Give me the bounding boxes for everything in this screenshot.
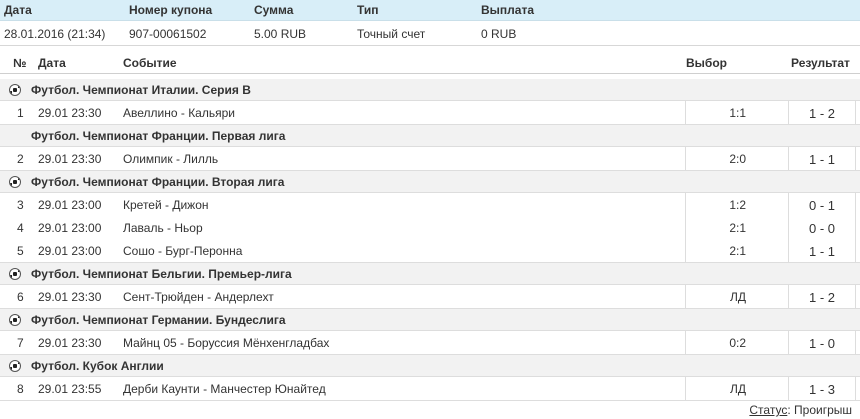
league-title: Футбол. Кубок Англии — [31, 359, 164, 373]
event-row: 6 29.01 23:30 Сент-Трюйден - Андерлехт Л… — [0, 285, 860, 309]
event-date: 29.01 23:30 — [38, 336, 102, 350]
event-row: 1 29.01 23:30 Авеллино - Кальяри 1:1 1 -… — [0, 101, 860, 125]
column-divider — [855, 216, 856, 240]
event-date: 29.01 23:30 — [38, 106, 102, 120]
event-row: 4 29.01 23:00 Лаваль - Ньор 2:1 0 - 0 — [0, 216, 860, 240]
events-table-header: № Дата Событие Выбор Результат — [0, 52, 860, 74]
league-group-header: Футбол. Чемпионат Бельгии. Премьер-лига — [0, 263, 860, 285]
event-number: 5 — [17, 244, 24, 258]
event-result: 1 - 1 — [808, 244, 835, 259]
league-group-header: Футбол. Чемпионат Германии. Бундеслига — [0, 309, 860, 331]
col-date-header: Дата — [38, 56, 66, 70]
coupon-type: Точный счет — [357, 27, 426, 41]
column-divider — [855, 101, 856, 125]
coupon-values-row: 28.01.2016 (21:34) 907-00061502 5.00 RUB… — [0, 22, 860, 46]
event-name: Сошо - Бург-Перонна — [123, 244, 243, 258]
event-pick: 2:0 — [729, 152, 746, 166]
col-pick-header: Выбор — [686, 56, 727, 70]
coupon-type-header: Тип — [357, 3, 379, 17]
league-group-header: Футбол. Чемпионат Франции. Вторая лига — [0, 171, 860, 193]
event-number: 1 — [17, 106, 24, 120]
col-event-header: Событие — [123, 56, 177, 70]
event-number: 4 — [17, 221, 24, 235]
coupon-number-header: Номер купона — [129, 3, 213, 17]
event-number: 8 — [17, 382, 24, 396]
soccer-ball-icon — [9, 314, 21, 326]
event-row: 7 29.01 23:30 Майнц 05 - Боруссия Мёнхен… — [0, 331, 860, 355]
status-separator: : — [787, 403, 791, 417]
league-group-header: Футбол. Чемпионат Франции. Первая лига — [0, 125, 860, 147]
event-date: 29.01 23:00 — [38, 221, 102, 235]
event-name: Авеллино - Кальяри — [123, 106, 235, 120]
event-row: 2 29.01 23:30 Олимпик - Лилль 2:0 1 - 1 — [0, 147, 860, 171]
event-number: 2 — [17, 152, 24, 166]
event-date: 29.01 23:30 — [38, 152, 102, 166]
event-result: 1 - 2 — [808, 106, 835, 121]
coupon-status: Статус: Проигрыш — [749, 403, 852, 417]
event-name: Сент-Трюйден - Андерлехт — [123, 290, 274, 304]
event-result: 1 - 3 — [808, 382, 835, 397]
column-divider — [855, 147, 856, 171]
coupon-number: 907-00061502 — [129, 27, 207, 41]
event-name: Майнц 05 - Боруссия Мёнхенгладбах — [123, 336, 330, 350]
event-row: 5 29.01 23:00 Сошо - Бург-Перонна 2:1 1 … — [0, 239, 860, 263]
event-pick: ЛД — [729, 290, 746, 304]
coupon-payout: 0 RUB — [481, 27, 517, 41]
event-row: 3 29.01 23:00 Кретей - Дижон 1:2 0 - 1 — [0, 193, 860, 217]
event-name: Кретей - Дижон — [123, 198, 209, 212]
event-pick: 2:1 — [729, 244, 746, 258]
event-name: Лаваль - Ньор — [123, 221, 203, 235]
coupon-header-row: Дата Номер купона Сумма Тип Выплата — [0, 0, 860, 21]
league-group-header: Футбол. Чемпионат Италии. Серия B — [0, 79, 860, 101]
coupon-payout-header: Выплата — [481, 3, 535, 17]
column-divider — [855, 331, 856, 355]
event-date: 29.01 23:00 — [38, 198, 102, 212]
soccer-ball-icon — [9, 84, 21, 96]
status-label[interactable]: Статус — [749, 403, 787, 417]
league-title: Футбол. Чемпионат Франции. Вторая лига — [31, 175, 285, 189]
coupon-amount: 5.00 RUB — [254, 27, 307, 41]
coupon-date-header: Дата — [4, 3, 32, 17]
column-divider — [855, 239, 856, 263]
event-pick: 1:1 — [729, 106, 746, 120]
event-result: 1 - 2 — [808, 290, 835, 305]
coupon-date: 28.01.2016 (21:34) — [4, 27, 106, 41]
event-number: 6 — [17, 290, 24, 304]
event-date: 29.01 23:55 — [38, 382, 102, 396]
event-number: 3 — [17, 198, 24, 212]
event-pick: 1:2 — [729, 198, 746, 212]
league-title: Футбол. Чемпионат Бельгии. Премьер-лига — [31, 267, 292, 281]
soccer-ball-icon — [9, 360, 21, 372]
event-number: 7 — [17, 336, 24, 350]
event-name: Олимпик - Лилль — [123, 152, 219, 166]
event-pick: 0:2 — [729, 336, 746, 350]
event-result: 0 - 1 — [808, 198, 835, 213]
league-title: Футбол. Чемпионат Италии. Серия B — [31, 83, 251, 97]
column-divider — [855, 285, 856, 309]
event-date: 29.01 23:00 — [38, 244, 102, 258]
status-value: Проигрыш — [794, 403, 852, 417]
soccer-ball-icon — [9, 268, 21, 280]
league-group-header: Футбол. Кубок Англии — [0, 355, 860, 377]
event-pick: ЛД — [729, 382, 746, 396]
coupon-amount-header: Сумма — [254, 3, 294, 17]
event-date: 29.01 23:30 — [38, 290, 102, 304]
event-result: 1 - 1 — [808, 152, 835, 167]
league-title: Футбол. Чемпионат Германии. Бундеслига — [31, 313, 286, 327]
event-pick: 2:1 — [729, 221, 746, 235]
col-result-header: Результат — [791, 56, 850, 70]
event-result: 0 - 0 — [808, 221, 835, 236]
soccer-ball-icon — [9, 176, 21, 188]
league-title: Футбол. Чемпионат Франции. Первая лига — [31, 129, 286, 143]
column-divider — [855, 193, 856, 217]
event-name: Дерби Каунти - Манчестер Юнайтед — [123, 382, 326, 396]
column-divider — [855, 377, 856, 401]
col-number-header: № — [13, 56, 27, 70]
event-row: 8 29.01 23:55 Дерби Каунти - Манчестер Ю… — [0, 377, 860, 401]
event-result: 1 - 0 — [808, 336, 835, 351]
